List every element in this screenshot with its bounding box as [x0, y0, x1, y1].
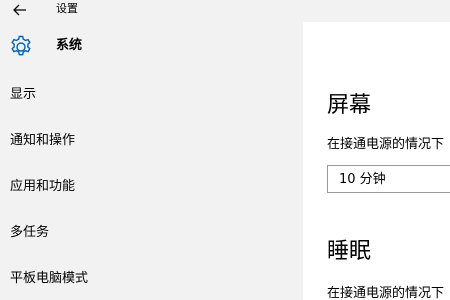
back-arrow-icon	[13, 4, 26, 16]
content-pane: 屏幕 在接通电源的情况下 10 分钟 睡眠 在接通电源的情况下	[303, 22, 450, 300]
sleep-description: 在接通电源的情况下	[327, 286, 445, 300]
sidebar: 系统 显示 通知和操作 应用和功能 多任务 平板电脑模式	[0, 22, 303, 300]
screen-description: 在接通电源的情况下	[327, 137, 445, 152]
sidebar-item-multitasking[interactable]: 多任务	[0, 208, 303, 254]
section-title: 系统	[56, 38, 83, 53]
section-header: 系统	[0, 34, 303, 60]
sidebar-item-label: 显示	[10, 87, 37, 102]
sidebar-item-apps[interactable]: 应用和功能	[0, 162, 303, 208]
sidebar-item-label: 平板电脑模式	[10, 271, 89, 286]
screen-timeout-select[interactable]: 10 分钟	[327, 165, 450, 193]
screen-heading: 屏幕	[327, 93, 372, 118]
select-value: 10 分钟	[339, 172, 386, 187]
title-bar: 设置	[0, 0, 450, 22]
sidebar-item-notifications[interactable]: 通知和操作	[0, 116, 303, 162]
sidebar-item-tablet-mode[interactable]: 平板电脑模式	[0, 254, 303, 300]
gear-icon	[11, 35, 31, 56]
sidebar-item-label: 应用和功能	[10, 179, 76, 194]
sleep-heading: 睡眠	[327, 239, 372, 264]
sidebar-item-display[interactable]: 显示	[0, 70, 303, 116]
back-button[interactable]	[9, 2, 31, 18]
sidebar-item-label: 多任务	[10, 225, 50, 240]
sidebar-item-label: 通知和操作	[10, 133, 76, 148]
settings-window: 设置 系统 显示 通知和操作 应用和功能 多任务 平板电脑模式 屏幕 在接通电源…	[0, 0, 450, 300]
app-title: 设置	[56, 2, 78, 15]
